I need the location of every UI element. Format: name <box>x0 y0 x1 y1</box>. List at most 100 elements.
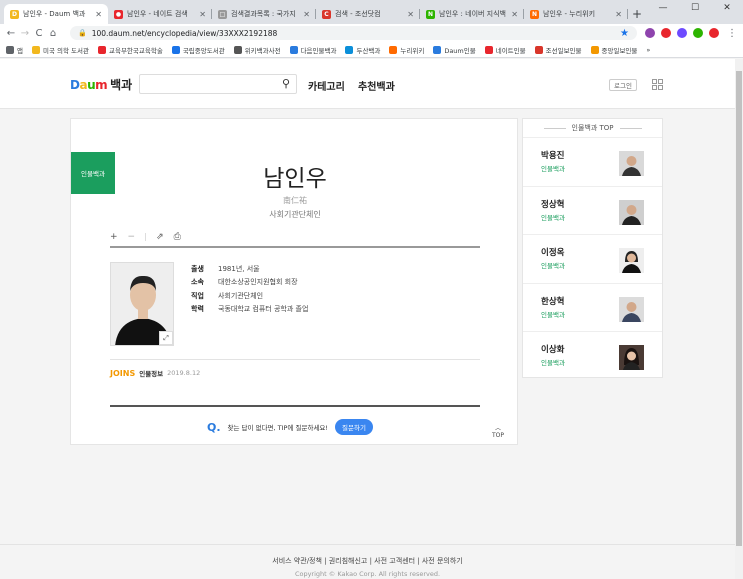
close-tab-icon[interactable]: ✕ <box>95 10 102 19</box>
footer-links[interactable]: 서비스 약관/정책 | 권리침해신고 | 사전 고객센터 | 사전 문의하기 <box>0 556 735 566</box>
tab-title: 남인우 - Daum 백과 <box>23 10 86 18</box>
daum-logo: Daum <box>70 77 108 92</box>
menu-icon[interactable]: ⋮ <box>725 28 739 39</box>
tab-title: 남인우 - 네이트 검색 <box>127 10 188 18</box>
browser-tab-strip: D 남인우 - Daum 백과 ✕ ● 남인우 - 네이트 검색 ✕ □ 검색결… <box>0 0 743 24</box>
bookmarks-bar: 앱 미국 의학 도서관 교육부한국교육학술 국립중앙도서관 위키백과사전 다음인… <box>0 42 743 58</box>
bookmark-item[interactable]: 조선일보인물 <box>534 45 582 55</box>
divider <box>145 233 147 241</box>
daum-favicon-icon: D <box>10 9 19 19</box>
person-thumbnail <box>619 199 644 225</box>
more-bookmarks-button[interactable]: » <box>646 46 650 54</box>
search-icon[interactable]: ⚲ <box>282 77 290 90</box>
tab-nate[interactable]: ● 남인우 - 네이트 검색 ✕ <box>108 4 212 24</box>
bookmark-favicon-icon <box>484 45 493 54</box>
close-tab-icon[interactable]: ✕ <box>511 10 518 19</box>
bookmark-item[interactable]: 미국 의학 도서관 <box>31 45 89 55</box>
zoom-out-icon[interactable]: − <box>128 232 136 242</box>
login-button[interactable]: 로그인 <box>609 79 637 91</box>
tip-text: 찾는 답이 없다면, TIP에 질문하세요! <box>227 424 329 432</box>
tab-naver[interactable]: N 남인우 : 네이버 지식백 ✕ <box>420 4 524 24</box>
sidebar-item-person[interactable]: 이상화 인물백과 <box>523 331 662 380</box>
extension-icon[interactable] <box>709 28 719 38</box>
bookmark-item[interactable]: 위키백과사전 <box>233 45 281 55</box>
bookmark-item[interactable]: 중앙일보인물 <box>590 45 637 55</box>
chosun-favicon-icon: C <box>322 9 331 19</box>
top-button[interactable]: ︿ TOP <box>492 425 504 439</box>
article-content: 인물백과 남인우 南仁祐 사회기관단체인 + − ⇗ ⎙ ⤢ 출생 1981년, … <box>70 118 518 445</box>
menu-category[interactable]: 카테고리 <box>308 78 345 93</box>
bookmark-item[interactable]: 두산백과 <box>345 45 380 55</box>
print-icon[interactable]: ⎙ <box>174 232 181 242</box>
extension-icon[interactable] <box>661 28 671 38</box>
sidebar-item-person[interactable]: 한상혁 인물백과 <box>523 282 662 332</box>
daum-baekgwa-logo[interactable]: Daum 백과 <box>70 76 132 93</box>
bookmark-apps[interactable]: 앱 <box>6 45 23 55</box>
tab-nl[interactable]: □ 검색결과목록 : 국가지 ✕ <box>212 4 316 24</box>
folder-icon <box>31 45 40 54</box>
divider <box>110 246 480 248</box>
person-thumbnail <box>619 151 644 176</box>
expand-icon[interactable]: ⤢ <box>159 331 173 345</box>
copyright: Copyright © Kakao Corp. All rights reser… <box>294 570 441 578</box>
bookmark-item[interactable]: 국립중앙도서관 <box>171 45 225 55</box>
sidebar-title: 인물백과 TOP <box>523 119 662 137</box>
close-tab-icon[interactable]: ✕ <box>615 10 622 19</box>
chevron-up-icon: ︿ <box>495 425 502 432</box>
tip-question: Q. 찾는 답이 없다면, TIP에 질문하세요! 질문하기 <box>207 419 373 435</box>
bookmark-item[interactable]: 네이트인물 <box>484 45 526 55</box>
share-icon[interactable]: ⇗ <box>156 232 164 242</box>
address-bar[interactable]: 🔒 100.daum.net/encyclopedia/view/33XXX21… <box>70 26 637 40</box>
extensions <box>645 28 719 38</box>
reload-button[interactable]: C <box>32 28 46 39</box>
hanja-name: 南仁祐 <box>283 196 307 205</box>
extension-icon[interactable] <box>645 28 655 38</box>
window-controls: — ☐ ✕ <box>647 0 743 16</box>
person-photo[interactable]: ⤢ <box>110 262 174 346</box>
tab-daum[interactable]: D 남인우 - Daum 백과 ✕ <box>4 4 108 24</box>
profile-info: 출생 1981년, 서울 소속 대한소상공인지원협회 회장 직업 사회기관단체인 학력… <box>191 262 308 316</box>
minimize-button[interactable]: — <box>647 0 679 16</box>
bookmark-item[interactable]: 다음인물백과 <box>289 45 336 55</box>
bookmark-favicon-icon <box>433 45 442 54</box>
forward-button[interactable]: → <box>18 28 32 39</box>
apps-icon <box>6 45 14 54</box>
bookmark-item[interactable]: 누리위키 <box>389 45 424 55</box>
close-tab-icon[interactable]: ✕ <box>303 10 310 19</box>
lock-icon: 🔒 <box>78 29 87 37</box>
bookmark-item[interactable]: 교육부한국교육학술 <box>97 45 163 55</box>
sidebar-item-person[interactable]: 정상혁 인물백과 <box>523 185 662 235</box>
extension-icon[interactable] <box>677 28 687 38</box>
tab-chosun[interactable]: C 검색 - 조선닷컴 ✕ <box>316 4 420 24</box>
new-tab-button[interactable]: + <box>628 4 646 24</box>
bookmark-star-icon[interactable]: ★ <box>620 28 629 39</box>
url-text: 100.daum.net/encyclopedia/view/33XXX2192… <box>91 28 278 38</box>
home-button[interactable]: ⌂ <box>46 28 60 39</box>
maximize-button[interactable]: ☐ <box>679 0 711 16</box>
page-title: 남인우 <box>263 166 327 192</box>
joins-logo[interactable]: JOINS <box>110 369 135 378</box>
divider <box>110 359 480 360</box>
search-input[interactable]: ⚲ <box>139 74 297 94</box>
close-tab-icon[interactable]: ✕ <box>199 10 206 19</box>
sidebar-item-person[interactable]: 이정옥 인물백과 <box>523 234 662 283</box>
tab-title: 남인우 : 네이버 지식백 <box>439 10 506 18</box>
person-thumbnail <box>619 345 644 370</box>
extension-icon[interactable] <box>693 28 703 38</box>
bookmark-item[interactable]: Daum인물 <box>433 45 476 55</box>
scrollbar-thumb[interactable] <box>736 71 742 546</box>
close-tab-icon[interactable]: ✕ <box>407 10 414 19</box>
ask-question-button[interactable]: 질문하기 <box>335 419 373 435</box>
info-row: 소속 대한소상공인지원협회 회장 <box>191 278 298 287</box>
web-page: Daum 백과 ⚲ 카테고리 추천백과 로그인 인물백과 남인우 南仁祐 사회기… <box>0 59 735 579</box>
tab-nuriwiki[interactable]: N 남인우 - 누리위키 ✕ <box>524 4 628 24</box>
service-grid-icon[interactable] <box>652 79 663 90</box>
source-info: JOINS 인물정보 2019.8.12 <box>110 368 200 379</box>
menu-recommend[interactable]: 추천백과 <box>358 78 395 93</box>
page-scrollbar[interactable] <box>735 59 743 579</box>
back-button[interactable]: ← <box>4 28 18 39</box>
bookmark-favicon-icon <box>590 45 599 54</box>
zoom-in-icon[interactable]: + <box>110 232 118 242</box>
close-window-button[interactable]: ✕ <box>711 0 743 16</box>
sidebar-item-person[interactable]: 박용진 인물백과 <box>523 137 662 186</box>
